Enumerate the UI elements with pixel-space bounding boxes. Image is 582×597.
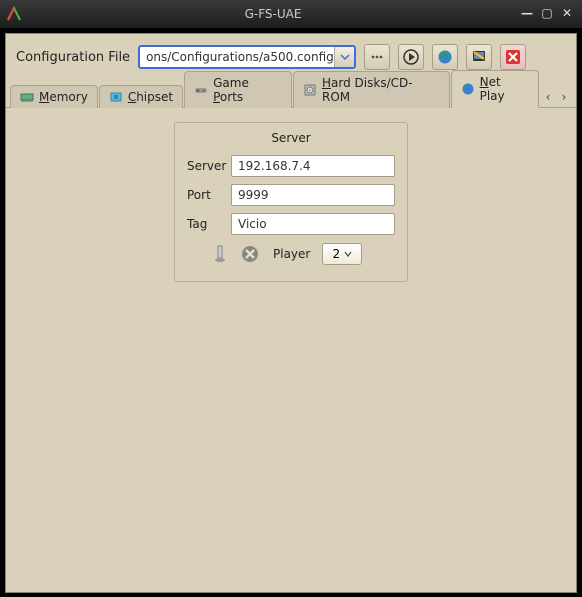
server-row: Server — [187, 155, 395, 177]
tabbar: Memory Chipset Game Ports Hard Disks/CD-… — [6, 82, 576, 108]
close-button[interactable]: ✕ — [558, 6, 576, 22]
globe-icon — [461, 82, 475, 96]
server-label: Server — [187, 159, 231, 173]
tab-scroll: ‹ › — [540, 87, 572, 107]
cancel-icon[interactable] — [241, 245, 259, 263]
tab-game-ports[interactable]: Game Ports — [184, 71, 292, 108]
player-value: 2 — [333, 247, 341, 261]
chevron-down-icon — [344, 250, 352, 258]
window-controls: — ▢ ✕ — [518, 6, 576, 22]
chevron-down-icon[interactable] — [334, 47, 354, 67]
player-select[interactable]: 2 — [322, 243, 362, 265]
memory-icon — [20, 90, 34, 104]
tab-scroll-left[interactable]: ‹ — [540, 87, 556, 107]
tag-input[interactable] — [231, 213, 395, 235]
browse-button[interactable] — [364, 44, 390, 70]
tab-chipset[interactable]: Chipset — [99, 85, 183, 108]
tab-scroll-right[interactable]: › — [556, 87, 572, 107]
config-file-label: Configuration File — [16, 50, 130, 65]
gamepad-icon — [194, 83, 208, 97]
app-window: G-FS-UAE — ▢ ✕ Configuration File ons/Co… — [0, 0, 582, 597]
config-file-value: ons/Configurations/a500.config — [140, 50, 334, 64]
titlebar: G-FS-UAE — ▢ ✕ — [0, 0, 582, 28]
player-label: Player — [273, 247, 310, 261]
server-groupbox: Server Server Port Tag — [174, 122, 408, 282]
port-label: Port — [187, 188, 231, 202]
port-input[interactable] — [231, 184, 395, 206]
content-frame: Configuration File ons/Configurations/a5… — [5, 33, 577, 593]
server-input[interactable] — [231, 155, 395, 177]
groupbox-title: Server — [187, 131, 395, 145]
minimize-button[interactable]: — — [518, 6, 536, 22]
app-icon — [6, 6, 22, 22]
maximize-button[interactable]: ▢ — [538, 6, 556, 22]
chip-icon — [109, 90, 123, 104]
monitor-button[interactable] — [466, 44, 492, 70]
hdd-icon — [303, 83, 317, 97]
tab-memory[interactable]: Memory — [10, 85, 98, 108]
tag-row: Tag — [187, 213, 395, 235]
window-title: G-FS-UAE — [28, 7, 518, 21]
tab-net-play[interactable]: Net Play — [451, 70, 539, 108]
play-button[interactable] — [398, 44, 424, 70]
globe-button[interactable] — [432, 44, 458, 70]
tab-content-netplay: Server Server Port Tag — [6, 108, 576, 296]
close-config-button[interactable] — [500, 44, 526, 70]
player-row: Player 2 — [187, 243, 395, 265]
tab-hard-disks[interactable]: Hard Disks/CD-ROM — [293, 71, 450, 108]
port-row: Port — [187, 184, 395, 206]
tag-label: Tag — [187, 217, 231, 231]
server-status-icon — [211, 245, 229, 263]
config-file-select[interactable]: ons/Configurations/a500.config — [138, 45, 356, 69]
